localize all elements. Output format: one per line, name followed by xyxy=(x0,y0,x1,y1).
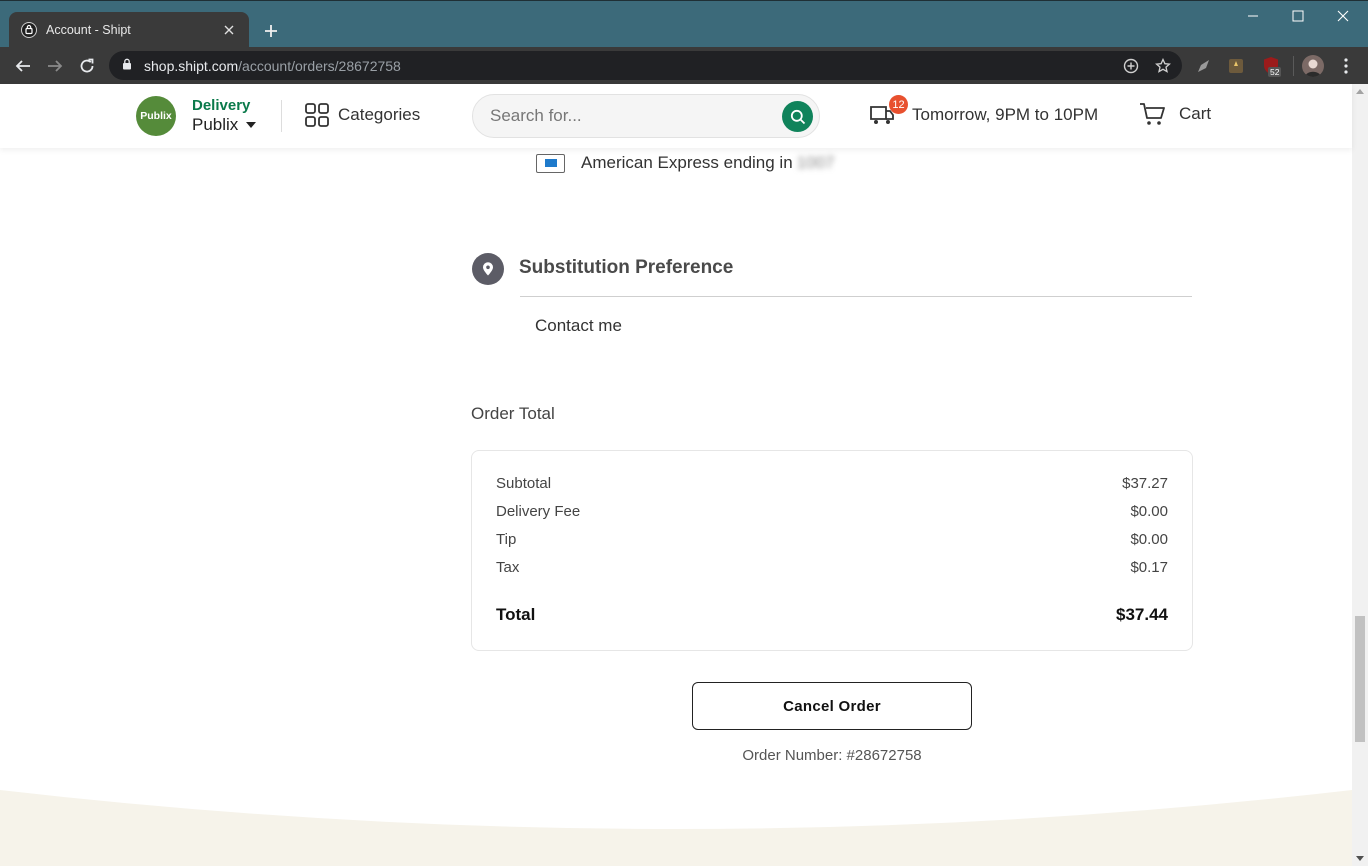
search-icon xyxy=(790,109,805,124)
url-path: /account/orders/28672758 xyxy=(238,57,401,74)
bookmark-star-icon[interactable] xyxy=(1154,57,1172,75)
total-row-value: $0.17 xyxy=(1130,559,1168,576)
back-arrow-icon[interactable] xyxy=(9,52,37,80)
delivery-window-text: Tomorrow, 9PM to 10PM xyxy=(912,105,1099,124)
url-text: shop.shipt.com/account/orders/28672758 xyxy=(144,58,401,74)
cancel-order-button[interactable]: Cancel Order xyxy=(692,682,972,730)
delivery-badge: 12 xyxy=(889,95,908,114)
total-row-label: Delivery Fee xyxy=(496,503,581,520)
browser-toolbar: shop.shipt.com/account/orders/28672758 5… xyxy=(0,47,1368,84)
cart-label: Cart xyxy=(1179,104,1212,123)
browser-tab-strip: Account - Shipt xyxy=(0,0,1368,48)
shipt-favicon-icon xyxy=(21,22,37,38)
new-tab-button[interactable] xyxy=(258,18,284,44)
reload-icon[interactable] xyxy=(73,52,101,80)
payment-method-text: American Express ending in xyxy=(581,153,793,172)
delivery-mode-label: Delivery xyxy=(192,97,251,114)
total-row-label: Tax xyxy=(496,559,520,576)
search-input[interactable] xyxy=(490,106,770,126)
scroll-up-arrow-icon[interactable] xyxy=(1356,89,1364,94)
extension-bookmark-icon[interactable] xyxy=(1226,56,1246,76)
chrome-menu-icon[interactable] xyxy=(1336,56,1356,76)
store-name: Publix xyxy=(192,115,239,134)
amex-card-icon xyxy=(536,153,565,173)
total-row-label: Tip xyxy=(496,531,517,548)
total-row-subtotal: Subtotal $37.27 xyxy=(496,475,1168,492)
minimize-window-icon[interactable] xyxy=(1230,1,1276,31)
cart-icon xyxy=(1140,103,1165,125)
close-window-icon[interactable] xyxy=(1320,1,1366,31)
total-row-value: $37.27 xyxy=(1122,475,1168,492)
total-row-tip: Tip $0.00 xyxy=(496,531,1168,548)
add-to-page-icon[interactable] xyxy=(1122,57,1140,75)
page-scrollbar[interactable] xyxy=(1352,84,1368,866)
delivery-window-button[interactable]: 12 Tomorrow, 9PM to 10PM xyxy=(869,95,1099,128)
toolbar-divider xyxy=(1293,56,1294,76)
tab-title: Account - Shipt xyxy=(46,23,131,37)
extension-pen-icon[interactable] xyxy=(1194,56,1214,76)
total-row-tax: Tax $0.17 xyxy=(496,559,1168,576)
caret-down-icon xyxy=(246,122,257,128)
extension-ublock-icon[interactable]: 52 xyxy=(1259,56,1283,77)
store-logo[interactable]: Publix xyxy=(136,96,176,136)
forward-arrow-icon[interactable] xyxy=(41,52,69,80)
scroll-down-arrow-icon[interactable] xyxy=(1356,856,1364,861)
maximize-window-icon[interactable] xyxy=(1275,1,1321,31)
categories-label: Categories xyxy=(338,105,421,124)
order-number: Order Number: #28672758 xyxy=(742,747,922,764)
total-row-value: $0.00 xyxy=(1130,531,1168,548)
total-row-delivery-fee: Delivery Fee $0.00 xyxy=(496,503,1168,520)
address-bar[interactable]: shop.shipt.com/account/orders/28672758 xyxy=(109,51,1182,80)
categories-button[interactable]: Categories xyxy=(305,103,420,127)
footer-background xyxy=(0,790,1352,866)
payment-method: American Express ending in 1007 xyxy=(536,153,835,173)
extension-badge: 52 xyxy=(1268,67,1282,77)
search-box xyxy=(472,94,820,138)
card-last-digits: 1007 xyxy=(796,153,835,172)
location-pin-icon xyxy=(472,253,504,285)
order-total-card: Subtotal $37.27 Delivery Fee $0.00 Tip $… xyxy=(471,450,1193,651)
order-total-heading: Order Total xyxy=(471,404,555,423)
search-button[interactable] xyxy=(782,101,813,132)
tab-close-icon[interactable] xyxy=(221,22,237,38)
lock-icon xyxy=(122,57,132,75)
profile-avatar[interactable] xyxy=(1302,55,1324,77)
grand-total-value: $37.44 xyxy=(1116,605,1168,624)
substitution-value: Contact me xyxy=(535,316,622,335)
scroll-thumb[interactable] xyxy=(1355,616,1365,742)
site-header: Publix Delivery Publix Categories 12 Tom… xyxy=(0,84,1352,148)
categories-grid-icon xyxy=(305,103,329,127)
substitution-title: Substitution Preference xyxy=(519,257,734,278)
cart-button[interactable]: Cart xyxy=(1139,102,1211,126)
url-host: shop.shipt.com xyxy=(144,57,239,74)
total-row-label: Subtotal xyxy=(496,475,552,492)
total-row-grand-total: Total $37.44 xyxy=(496,605,1168,625)
grand-total-label: Total xyxy=(496,605,536,624)
substitution-divider xyxy=(520,296,1192,297)
browser-tab[interactable]: Account - Shipt xyxy=(9,12,249,48)
total-row-value: $0.00 xyxy=(1130,503,1168,520)
header-divider xyxy=(281,100,282,132)
delivery-cart-icon: 12 xyxy=(869,95,908,128)
store-selector[interactable]: Publix xyxy=(192,115,257,135)
